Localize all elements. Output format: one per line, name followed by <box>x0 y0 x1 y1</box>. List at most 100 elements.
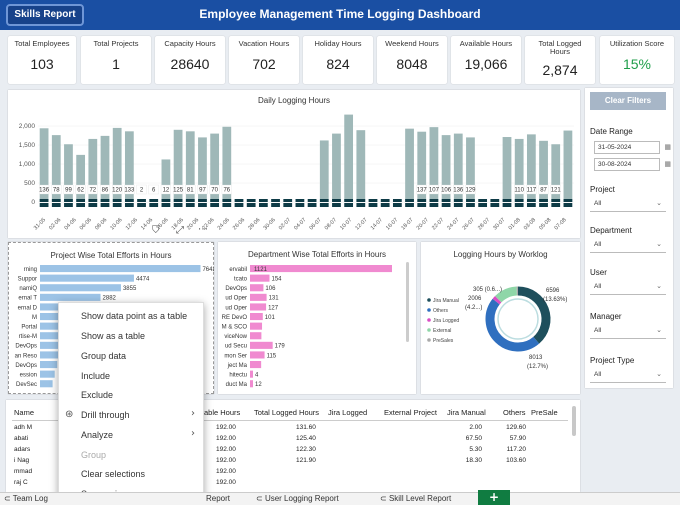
daily-bar-logged <box>356 199 366 202</box>
effort-bar <box>250 341 273 349</box>
project-type-dropdown[interactable]: All ⌄ <box>590 367 666 383</box>
x-tick-label: 10-07 <box>339 217 353 231</box>
daily-logging-chart: 2,0001,5001,0005000136 78 99 62 72 86 120 133 2 6… <box>19 114 574 231</box>
x-tick-label: 01-08 <box>508 217 522 231</box>
manager-dropdown[interactable]: All ⌄ <box>590 323 666 339</box>
data-label: 97 <box>199 188 206 194</box>
data-label: 106 <box>265 286 276 292</box>
data-label: 2006 <box>468 296 482 302</box>
tab-icon: ⊂ <box>256 494 265 503</box>
legend-label: PreSales <box>433 338 454 344</box>
y-tick-label: 1,000 <box>19 161 36 168</box>
category-label: ject Ma <box>227 363 248 369</box>
tab-report[interactable]: Report <box>206 494 230 503</box>
daily-bar <box>344 114 354 202</box>
table-cell: 129.60 <box>506 424 526 431</box>
x-tick-label: 18-07 <box>400 217 414 231</box>
daily-bar-logged <box>124 199 134 202</box>
data-label: 129 <box>465 188 476 194</box>
clear-filters-button[interactable]: Clear Filters <box>590 92 666 110</box>
user-value: All <box>594 283 602 290</box>
date-from-input[interactable]: 31-05-2024 ▦ <box>594 141 671 154</box>
daily-bar-base <box>356 203 366 207</box>
daily-bar <box>502 137 512 202</box>
filter-icon[interactable]: ⛉ <box>152 225 160 236</box>
data-label: 131 <box>269 296 280 302</box>
category-label: rning <box>24 267 37 273</box>
table-header[interactable]: Others <box>503 408 526 417</box>
daily-bar-base <box>441 203 451 207</box>
category-label: an Reso <box>15 353 38 359</box>
more-options-icon[interactable]: ⋯ <box>198 224 208 235</box>
focus-mode-icon[interactable]: ⤢ <box>176 225 184 236</box>
add-page-button[interactable]: + <box>478 490 510 505</box>
x-tick-label: 12-07 <box>354 217 368 231</box>
effort-bar <box>250 313 263 321</box>
table-cell: abati <box>14 435 29 442</box>
tab-skill-level-report[interactable]: ⊂ Skill Level Report <box>380 494 451 503</box>
daily-bar-logged <box>258 199 268 202</box>
table-header[interactable]: PreSale <box>531 408 558 417</box>
x-tick-label: 28-07 <box>477 217 491 231</box>
kpi-value: 824 <box>326 56 350 72</box>
table-cell: 18.30 <box>465 457 482 464</box>
menu-item-clear-selections[interactable]: Clear selections <box>81 469 145 479</box>
table-cell: 122.30 <box>296 446 316 453</box>
daily-bar-logged <box>344 199 354 202</box>
chevron-down-icon: ⌄ <box>656 200 662 207</box>
menu-item-analyze[interactable]: Analyze <box>81 430 113 440</box>
table-cell: 57.90 <box>509 435 526 442</box>
data-label: 110 <box>514 188 524 194</box>
daily-bar-logged <box>149 199 159 202</box>
project-dropdown[interactable]: All ⌄ <box>590 196 666 212</box>
department-dropdown[interactable]: All ⌄ <box>590 237 666 253</box>
department-wise-chart: ervabil tcato DevOps ud Oper ud Oper RE DevO M… <box>222 262 409 388</box>
table-header[interactable]: External Project <box>384 408 437 417</box>
tab-user-logging-report[interactable]: ⊂ User Logging Report <box>256 494 339 503</box>
context-menu: Show data point as a table Show as a tab… <box>58 302 204 505</box>
kpi-utilization-score: Utilization Score 15% <box>600 36 674 84</box>
x-tick-label: 02-07 <box>278 217 292 231</box>
category-label: hitectu <box>229 373 247 379</box>
table-scrollbar[interactable] <box>572 406 576 436</box>
table-header[interactable]: Total Logged Hours <box>254 408 319 417</box>
table-header[interactable]: able Hours <box>204 408 240 417</box>
tab-label: Team Log <box>12 494 48 503</box>
effort-bar <box>250 361 262 369</box>
daily-bar-logged <box>185 199 195 202</box>
daily-bar-logged <box>271 199 280 202</box>
data-label: 4474 <box>136 277 150 283</box>
data-label: 78 <box>53 188 60 194</box>
tab-team-log[interactable]: ⊂ Team Log <box>4 494 48 503</box>
table-header[interactable]: Jira Manual <box>447 408 486 417</box>
table-cell: 103.60 <box>506 457 526 464</box>
menu-item-group-data[interactable]: Group data <box>81 351 126 361</box>
table-header[interactable]: Jira Logged <box>328 408 367 417</box>
user-dropdown[interactable]: All ⌄ <box>590 279 666 295</box>
menu-item-show-as-table[interactable]: Show as a table <box>81 331 145 341</box>
calendar-icon[interactable]: ▦ <box>664 159 671 170</box>
menu-item-exclude[interactable]: Exclude <box>81 390 113 400</box>
kpi-total-projects: Total Projects 1 <box>81 36 151 84</box>
kpi-value: 702 <box>252 56 276 72</box>
menu-item-include[interactable]: Include <box>81 371 110 381</box>
department-label: Department <box>590 226 632 235</box>
kpi-total-employees: Total Employees 103 <box>8 36 76 84</box>
daily-bar-base <box>76 203 86 207</box>
daily-bar-logged <box>551 199 561 202</box>
date-to-input[interactable]: 30-08-2024 ▦ <box>594 158 671 171</box>
daily-bar-base <box>246 203 256 207</box>
table-header[interactable]: Name <box>14 408 34 417</box>
effort-bar <box>250 303 267 311</box>
daily-bar-base <box>332 203 341 207</box>
calendar-icon[interactable]: ▦ <box>664 142 671 153</box>
skills-report-button[interactable]: Skills Report <box>6 4 84 26</box>
kpi-holiday-hours: Holiday Hours 824 <box>303 36 373 84</box>
effort-bar <box>250 274 270 282</box>
menu-item-drill-through[interactable]: Drill through <box>81 410 130 420</box>
daily-bar-base <box>173 203 183 207</box>
category-label: ervabil <box>229 267 247 273</box>
effort-bar <box>40 293 101 301</box>
y-tick-label: 2,000 <box>19 123 36 130</box>
menu-item-show-data-point-table[interactable]: Show data point as a table <box>81 311 187 321</box>
